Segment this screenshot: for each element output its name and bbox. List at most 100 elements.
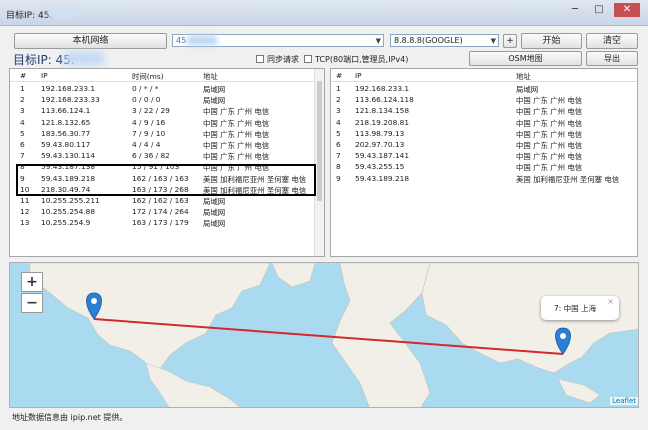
cell-ip: 59.43.187.141: [355, 151, 410, 161]
scrollbar[interactable]: [314, 69, 324, 256]
cell-loc: 中国 广东 广州 电信: [516, 152, 583, 162]
start-button[interactable]: 开始: [521, 33, 582, 49]
cell-num: 2: [20, 95, 25, 105]
table-row[interactable]: 3 121.8.134.158 中国 广东 广州 电信: [331, 106, 637, 117]
cell-num: 6: [336, 140, 341, 149]
table-row[interactable]: 9 59.43.189.218 美国 加利福尼亚州 圣何塞 电信: [331, 174, 637, 185]
cell-loc: 局域网: [203, 219, 226, 229]
col-header-time: 时间(ms): [132, 72, 164, 81]
table-row[interactable]: 4 121.8.132.65 4 / 9 / 16 中国 广东 广州 电信: [10, 118, 324, 129]
clear-button[interactable]: 清空: [586, 33, 638, 49]
cell-ip: 192.168.233.1: [355, 84, 410, 93]
col-header-ip: IP: [355, 71, 362, 80]
cell-time: 3 / 22 / 29: [132, 106, 170, 116]
tcp-option-label: TCP(80端口,管理员,IPv4): [315, 55, 409, 64]
land-greenland: [271, 263, 316, 288]
add-button[interactable]: +: [503, 34, 517, 48]
col-header-num: #: [336, 71, 343, 80]
table-row[interactable]: 12 10.255.254.88 172 / 174 / 264 局域网: [10, 207, 324, 218]
land-south-america: [145, 362, 241, 407]
cell-time: 0 / 0 / 0: [132, 95, 161, 105]
cell-num: 1: [336, 84, 341, 93]
minimize-button[interactable]: ─: [566, 3, 584, 17]
cell-time: 4 / 4 / 4: [132, 140, 161, 149]
land-north-america: [29, 263, 271, 370]
cell-num: 8: [336, 162, 341, 172]
cell-num: 5: [20, 128, 25, 138]
cell-ip: 113.98.79.13: [355, 128, 405, 138]
cell-loc: 中国 广东 广州 电信: [203, 141, 270, 150]
land-europe-africa: [331, 263, 431, 407]
cell-loc: 中国 广东 广州 电信: [516, 141, 583, 150]
dns-select[interactable]: 8.8.8.8(GOOGLE) ▼: [390, 34, 499, 47]
cell-ip: 113.66.124.1: [41, 106, 91, 116]
sync-request-label: 同步请求: [267, 55, 299, 64]
zoom-in-button[interactable]: +: [21, 272, 43, 292]
redacted-blur: [48, 7, 78, 18]
cell-num: 6: [20, 140, 25, 149]
cell-ip: 192.168.233.33: [41, 95, 100, 105]
table-row[interactable]: 7 59.43.130.114 6 / 36 / 82 中国 广东 广州 电信: [10, 151, 324, 162]
cell-num: 3: [336, 106, 341, 116]
cell-num: 9: [336, 173, 341, 183]
cell-ip: 10.255.254.9: [41, 218, 91, 228]
map-canvas: [29, 263, 638, 407]
zoom-out-button[interactable]: −: [21, 293, 43, 313]
table-header: # IP 地址: [331, 69, 637, 82]
title-bar: 目标IP: 45. ─ □ ✕: [0, 0, 648, 26]
cell-loc: 中国 广东 广州 电信: [203, 129, 270, 139]
table-row[interactable]: 2 192.168.233.33 0 / 0 / 0 局域网: [10, 95, 324, 106]
cell-loc: 中国 广东 广州 电信: [203, 118, 270, 128]
tcp-option-checkbox[interactable]: [304, 55, 312, 63]
chevron-down-icon[interactable]: ▼: [376, 36, 381, 47]
cell-loc: 局域网: [203, 208, 226, 218]
table-row[interactable]: 1 192.168.233.1 0 / * / * 局域网: [10, 84, 324, 95]
leaflet-attribution[interactable]: Leaflet: [610, 397, 638, 405]
cell-loc: 中国 广东 广州 电信: [516, 118, 583, 128]
cell-ip: 113.66.124.118: [355, 95, 414, 105]
osm-map-button[interactable]: OSM地图: [469, 51, 582, 66]
target-input[interactable]: 45 ▼: [172, 34, 384, 47]
cell-loc: 局域网: [516, 85, 539, 94]
cell-ip: 59.43.80.117: [41, 140, 91, 149]
window-title: 目标IP: 45.: [6, 11, 53, 21]
cell-loc: 局域网: [203, 197, 226, 206]
table-row[interactable]: 8 59.43.255.15 中国 广东 广州 电信: [331, 162, 637, 173]
map-popup: 7: 中国 上海 ×: [541, 296, 619, 320]
cell-ip: 202.97.70.13: [355, 140, 405, 149]
table-row[interactable]: 2 113.66.124.118 中国 广东 广州 电信: [331, 95, 637, 106]
cell-loc: 局域网: [203, 85, 226, 94]
table-row[interactable]: 4 218.19.208.81 中国 广东 广州 电信: [331, 118, 637, 129]
highlight-box: [16, 164, 316, 196]
close-icon[interactable]: ×: [607, 297, 614, 306]
cell-ip: 121.8.134.158: [355, 106, 410, 116]
table-row[interactable]: 6 59.43.80.117 4 / 4 / 4 中国 广东 广州 电信: [10, 140, 324, 151]
table-row[interactable]: 5 113.98.79.13 中国 广东 广州 电信: [331, 129, 637, 140]
scrollbar-thumb[interactable]: [317, 81, 322, 201]
local-network-button[interactable]: 本机网络: [14, 33, 167, 49]
cell-num: 4: [336, 117, 341, 127]
table-row[interactable]: 1 192.168.233.1 局域网: [331, 84, 637, 95]
table-row[interactable]: 6 202.97.70.13 中国 广东 广州 电信: [331, 140, 637, 151]
cell-num: 11: [20, 196, 30, 205]
cell-ip: 59.43.189.218: [355, 173, 410, 183]
dns-select-value: 8.8.8.8(GOOGLE): [394, 36, 463, 45]
cell-loc: 中国 广东 广州 电信: [203, 107, 270, 117]
table-row[interactable]: 13 10.255.254.9 163 / 173 / 179 局域网: [10, 218, 324, 229]
table-row[interactable]: 11 10.255.255.211 162 / 162 / 163 局域网: [10, 196, 324, 207]
route-map[interactable]: + −: [9, 262, 639, 408]
chevron-down-icon[interactable]: ▼: [491, 36, 496, 47]
table-row[interactable]: 5 183.56.30.77 7 / 9 / 10 中国 广东 广州 电信: [10, 129, 324, 140]
cell-time: 0 / * / *: [132, 84, 159, 93]
cell-ip: 10.255.255.211: [41, 196, 100, 205]
maximize-button[interactable]: □: [590, 3, 608, 17]
close-button[interactable]: ✕: [614, 3, 640, 17]
footer-note: 地址数据信息由 ipip.net 提供。: [12, 413, 128, 422]
export-button[interactable]: 导出: [586, 51, 638, 66]
table-row[interactable]: 3 113.66.124.1 3 / 22 / 29 中国 广东 广州 电信: [10, 106, 324, 117]
cell-ip: 59.43.255.15: [355, 162, 405, 172]
table-row[interactable]: 7 59.43.187.141 中国 广东 广州 电信: [331, 151, 637, 162]
sync-request-checkbox[interactable]: [256, 55, 264, 63]
target-input-value: 45: [176, 36, 187, 45]
cell-ip: 192.168.233.1: [41, 84, 96, 93]
